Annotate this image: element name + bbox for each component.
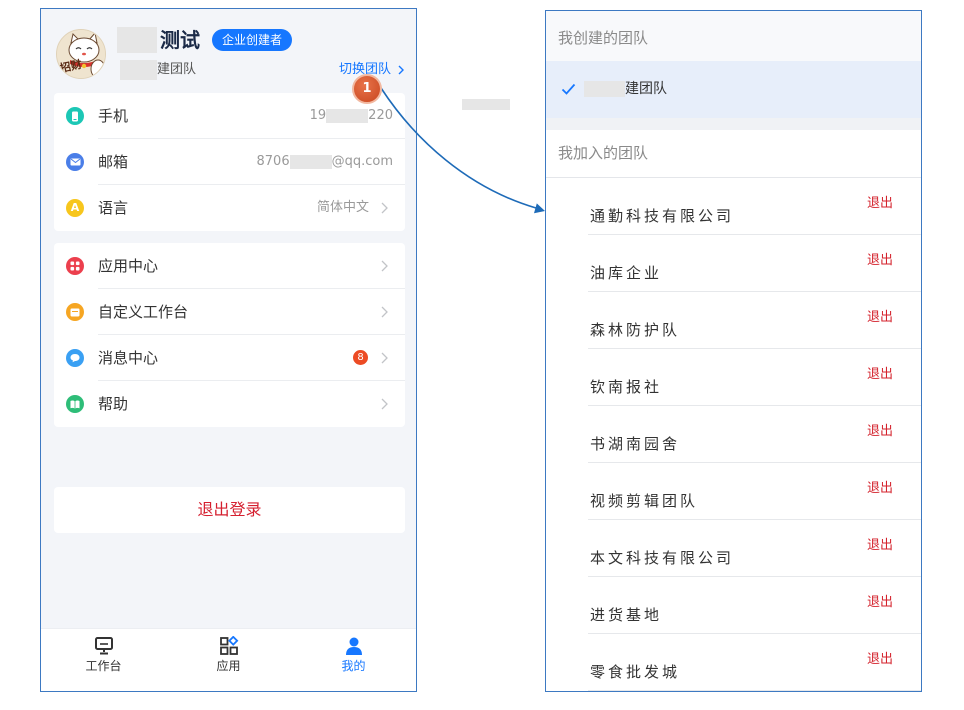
apps-icon [66,257,84,275]
created-team-row-selected[interactable]: 建团队 [546,61,921,118]
mail-icon [66,153,84,171]
section-title: 我加入的团队 [558,144,649,162]
leave-team-button[interactable]: 退出 [867,310,893,326]
team-switcher-screen: 我创建的团队 建团队 我加入的团队 通勤科技有限公司 退出 油库企业 退出 森林… [545,10,922,692]
role-badge: 企业创建者 [212,29,292,51]
help-book-icon [66,395,84,413]
language-row[interactable]: A 语言 简体中文 [54,185,405,231]
joined-team-row[interactable]: 钦南报社 退出 [546,349,921,406]
menu-item-label: 消息中心 [98,349,159,367]
joined-team-row[interactable]: 视频剪辑团队 退出 [546,463,921,520]
team-name: 通勤科技有限公司 [590,207,735,225]
created-teams-section-header: 我创建的团队 [546,11,921,61]
avatar[interactable]: 招财 [56,29,106,79]
phone-icon [66,107,84,125]
apps-grid-icon [219,636,238,655]
tab-label: 应用 [216,659,241,673]
team-name: 钦南报社 [590,378,663,396]
team-name: 零食批发城 [590,663,681,681]
team-name: 油库企业 [590,264,663,282]
phone-row[interactable]: 手机 19 220 [54,93,405,139]
tab-workbench[interactable]: 工作台 [41,629,166,691]
redacted-phone-block [326,109,369,123]
section-title: 我创建的团队 [558,29,649,47]
unread-count-badge: 8 [353,350,368,365]
joined-team-row[interactable]: 通勤科技有限公司 退出 [546,178,921,235]
email-label: 邮箱 [98,153,129,171]
leave-team-button[interactable]: 退出 [867,652,893,668]
chevron-right-icon [381,202,388,214]
monitor-icon [94,637,113,655]
tab-label: 工作台 [85,659,122,673]
joined-team-list: 通勤科技有限公司 退出 油库企业 退出 森林防护队 退出 钦南报社 退出 书湖南… [546,178,921,691]
bottom-tab-bar: 工作台 应用 我的 [41,628,416,691]
account-info-card: 手机 19 220 邮箱 8706 @qq.com A 语言 简体中文 [54,93,405,231]
joined-team-row[interactable]: 森林防护队 退出 [546,292,921,349]
tab-label: 我的 [341,659,366,673]
user-name: 测试 [160,28,200,52]
language-icon: A [66,199,84,217]
chevron-right-icon [381,306,388,318]
tab-apps[interactable]: 应用 [166,629,291,691]
email-value: 8706 @qq.com [256,154,393,169]
joined-team-row[interactable]: 零食批发城 退出 [546,634,921,691]
redacted-team-block [584,81,625,97]
joined-teams-section-header: 我加入的团队 [546,130,921,177]
chevron-right-icon [381,352,388,364]
check-icon [561,83,576,95]
menu-item-label: 应用中心 [98,257,159,275]
leave-team-button[interactable]: 退出 [867,367,893,383]
leave-team-button[interactable]: 退出 [867,424,893,440]
team-name: 书湖南园舍 [590,435,681,453]
tab-mine[interactable]: 我的 [291,629,416,691]
leave-team-button[interactable]: 退出 [867,253,893,269]
joined-team-row[interactable]: 油库企业 退出 [546,235,921,292]
phone-value: 19 220 [309,108,393,123]
team-name: 森林防护队 [590,321,681,339]
created-team-name: 建团队 [625,81,667,97]
language-value: 简体中文 [316,200,369,215]
joined-team-row[interactable]: 书湖南园舍 退出 [546,406,921,463]
workspace-icon [66,303,84,321]
team-name: 本文科技有限公司 [590,549,735,567]
redacted-team-block [120,60,157,80]
person-icon [345,637,362,655]
menu-item-app-center[interactable]: 应用中心 [54,243,405,289]
team-name: 视频剪辑团队 [590,492,699,510]
profile-screen: 招财 测试 企业创建者 建团队 切换团队 手机 19 220 邮箱 8706 @qq… [40,8,417,692]
menu-card: 应用中心 自定义工作台 消息中心 8 帮助 [54,243,405,427]
redacted-name-block [117,27,157,53]
message-icon [66,349,84,367]
leave-team-button[interactable]: 退出 [867,595,893,611]
current-team-name: 建团队 [157,62,197,77]
joined-team-row[interactable]: 进货基地 退出 [546,577,921,634]
menu-item-custom-workspace[interactable]: 自定义工作台 [54,289,405,335]
menu-item-message-center[interactable]: 消息中心 8 [54,335,405,381]
menu-item-label: 帮助 [98,395,129,413]
phone-label: 手机 [98,107,129,125]
section-gap [546,118,921,130]
redacted-email-block [289,155,332,169]
logout-button[interactable]: 退出登录 [54,487,405,533]
chevron-right-icon [381,398,388,410]
chevron-right-icon [398,65,404,75]
menu-item-label: 自定义工作台 [98,303,189,321]
redacted-block [462,99,510,110]
team-name: 进货基地 [590,606,663,624]
leave-team-button[interactable]: 退出 [867,481,893,497]
language-label: 语言 [98,199,129,217]
annotation-step-marker: 1 [352,74,382,104]
email-row[interactable]: 邮箱 8706 @qq.com [54,139,405,185]
menu-item-help[interactable]: 帮助 [54,381,405,427]
divider [588,690,921,691]
joined-team-row[interactable]: 本文科技有限公司 退出 [546,520,921,577]
leave-team-button[interactable]: 退出 [867,538,893,554]
chevron-right-icon [381,260,388,272]
leave-team-button[interactable]: 退出 [867,196,893,212]
